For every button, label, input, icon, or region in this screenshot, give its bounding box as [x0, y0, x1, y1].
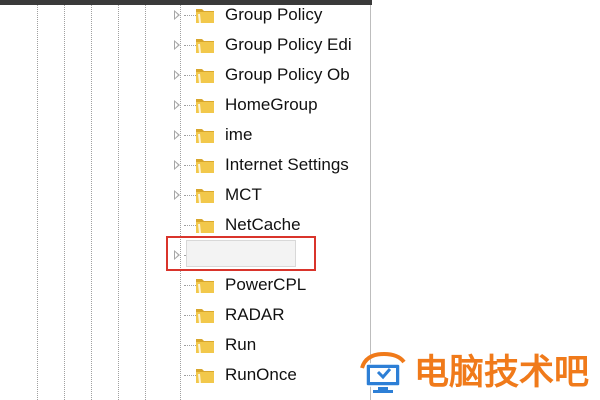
tree-node-label: Group Policy Edi — [225, 35, 352, 54]
tree-node-internet-settings[interactable]: Internet Settings — [170, 151, 370, 179]
tree-guide-line — [118, 5, 119, 400]
tree-node-label: Internet Settings — [225, 155, 349, 174]
watermark-text: 电脑技术吧 — [414, 353, 590, 393]
tree-node-netcache[interactable]: NetCache — [170, 211, 370, 239]
folder-icon — [194, 184, 216, 206]
folder-icon — [194, 64, 216, 86]
pane-splitter[interactable] — [370, 5, 371, 400]
tree-node-powercpl[interactable]: PowerCPL — [170, 271, 370, 299]
folder-icon — [194, 304, 216, 326]
tree-node-label: Group Policy Ob — [225, 65, 350, 84]
folder-icon — [194, 364, 216, 386]
computer-logo-icon — [360, 351, 406, 393]
tree-node-label: PowerCPL — [225, 275, 307, 294]
tree-node-group-policy[interactable]: Group Policy — [170, 5, 370, 29]
tree-node-label: MCT — [225, 185, 262, 204]
tree-node-mct[interactable]: MCT — [170, 181, 370, 209]
expand-arrow-icon[interactable] — [174, 100, 180, 110]
tree-node-run[interactable]: Run — [170, 331, 370, 359]
tree-guide-line — [37, 5, 38, 400]
tree-node-label: Group Policy — [225, 5, 323, 24]
folder-icon — [194, 334, 216, 356]
tree-guide-line — [145, 5, 146, 400]
expand-arrow-icon[interactable] — [174, 160, 180, 170]
tree-node-homegroup[interactable]: HomeGroup — [170, 91, 370, 119]
folder-icon — [194, 94, 216, 116]
annotation-highlight-box — [166, 236, 316, 271]
expand-arrow-icon[interactable] — [174, 130, 180, 140]
tree-node-label: ime — [225, 125, 253, 144]
tree-node-label: RADAR — [225, 305, 285, 324]
expand-arrow-icon[interactable] — [174, 190, 180, 200]
registry-tree-pane[interactable]: Group Policy Group Policy Edi Group Policy… — [0, 5, 370, 400]
tree-node-label: RunOnce — [225, 365, 297, 384]
expand-arrow-icon[interactable] — [174, 70, 180, 80]
folder-icon — [194, 5, 216, 26]
tree-node-label: HomeGroup — [225, 95, 318, 114]
tree-node-label: NetCache — [225, 215, 301, 234]
tree-node-ime[interactable]: ime — [170, 121, 370, 149]
values-pane[interactable] — [372, 0, 600, 400]
tree-guide-line — [91, 5, 92, 400]
folder-icon — [194, 124, 216, 146]
folder-icon — [194, 154, 216, 176]
watermark: 电脑技术吧 — [352, 346, 600, 400]
expand-arrow-icon[interactable] — [174, 40, 180, 50]
expand-arrow-icon[interactable] — [174, 10, 180, 20]
tree-node-group-policy-edi[interactable]: Group Policy Edi — [170, 31, 370, 59]
tree-guide-line — [64, 5, 65, 400]
folder-icon — [194, 34, 216, 56]
folder-icon — [194, 214, 216, 236]
tree-node-label: Run — [225, 335, 257, 354]
tree-node-runonce[interactable]: RunOnce — [170, 361, 370, 389]
tree-node-radar[interactable]: RADAR — [170, 301, 370, 329]
tree-node-group-policy-ob[interactable]: Group Policy Ob — [170, 61, 370, 89]
folder-icon — [194, 274, 216, 296]
